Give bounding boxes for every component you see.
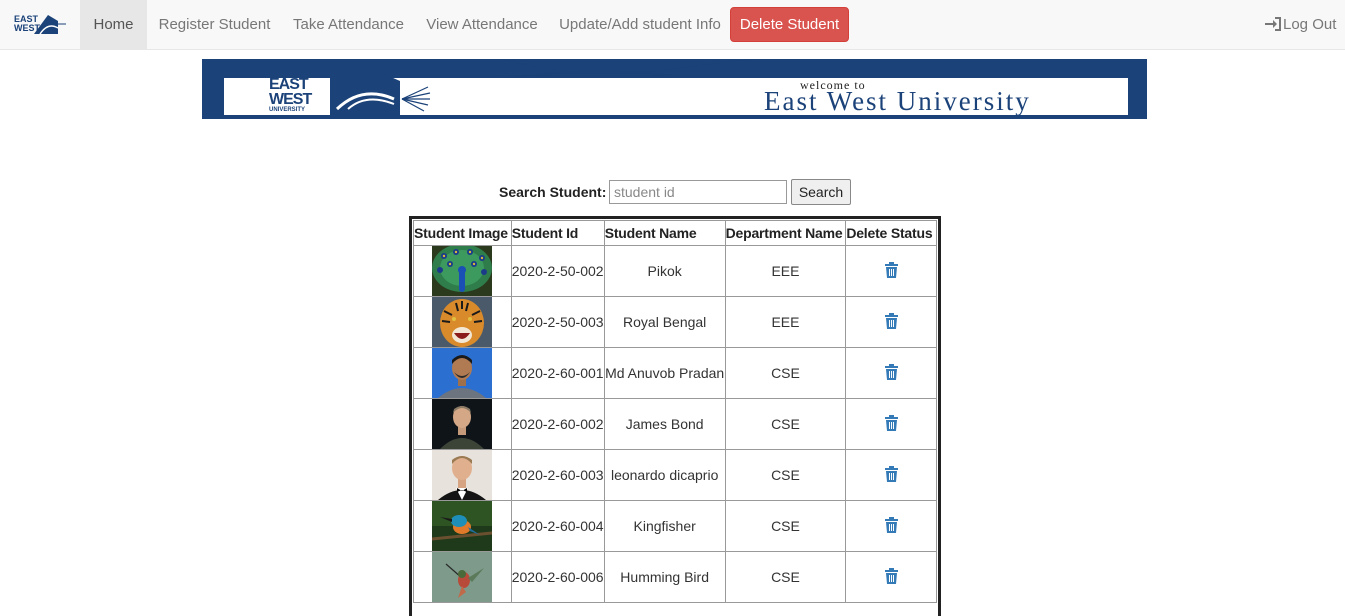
student-id-search-input[interactable] — [609, 180, 787, 204]
hummingbird-photo — [432, 552, 493, 602]
delete-cell — [845, 296, 937, 348]
delete-student-button[interactable]: Delete Student — [730, 7, 849, 42]
student-image-cell — [413, 347, 512, 399]
student-image-cell — [413, 551, 512, 603]
nav-take-attendance[interactable]: Take Attendance — [282, 0, 415, 49]
man-in-tuxedo-photo — [432, 450, 493, 500]
header-delete-status: Delete Status — [845, 220, 937, 246]
banner-title: East West University — [764, 86, 1031, 116]
student-table: Student Image Student Id Student Name De… — [413, 220, 937, 603]
student-name-cell: Royal Bengal — [603, 296, 726, 348]
trash-icon[interactable] — [884, 567, 898, 587]
tiger-photo — [432, 297, 493, 347]
student-id-cell: 2020-2-50-003 — [510, 296, 605, 348]
university-logo[interactable]: EAST WEST — [14, 12, 66, 36]
header-student-name: Student Name — [603, 220, 726, 246]
department-cell: CSE — [724, 398, 847, 450]
nav-update-student-info[interactable]: Update/Add student Info — [549, 0, 731, 49]
delete-cell — [845, 551, 937, 603]
department-cell: EEE — [724, 245, 847, 297]
search-button[interactable]: Search — [791, 179, 851, 205]
welcome-banner: EAST WEST UNIVERSITY welcome to East Wes… — [202, 59, 1147, 119]
department-cell: EEE — [724, 296, 847, 348]
student-image-cell — [413, 398, 512, 450]
table-row: 2020-2-60-006 Humming Bird CSE — [413, 551, 937, 603]
nav-register-student[interactable]: Register Student — [147, 0, 282, 49]
logout-label: Log Out — [1283, 16, 1337, 33]
nav-home[interactable]: Home — [80, 0, 147, 49]
table-header-row: Student Image Student Id Student Name De… — [413, 220, 937, 246]
search-label: Search Student: — [499, 184, 607, 200]
banner-logo-university: UNIVERSITY — [269, 107, 306, 113]
trash-icon[interactable] — [884, 261, 898, 281]
student-name-cell: leonardo dicaprio — [603, 449, 726, 501]
header-department-name: Department Name — [724, 220, 847, 246]
delete-cell — [845, 347, 937, 399]
trash-icon[interactable] — [884, 312, 898, 332]
delete-cell — [845, 398, 937, 450]
table-row: 2020-2-60-002 James Bond CSE — [413, 398, 937, 450]
student-image-cell — [413, 296, 512, 348]
student-name-cell: James Bond — [603, 398, 726, 450]
logout-link[interactable]: Log Out — [1265, 0, 1336, 49]
trash-icon[interactable] — [884, 465, 898, 485]
man-in-suit-photo — [432, 399, 493, 449]
table-row: 2020-2-50-003 Royal Bengal EEE — [413, 296, 937, 348]
table-row: 2020-2-50-002 Pikok EEE — [413, 245, 937, 297]
kingfisher-photo — [432, 501, 493, 551]
student-id-cell: 2020-2-60-001 — [510, 347, 605, 399]
student-id-cell: 2020-2-60-006 — [510, 551, 605, 603]
trash-icon[interactable] — [884, 414, 898, 434]
header-student-image: Student Image — [413, 220, 512, 246]
table-row: 2020-2-60-004 Kingfisher CSE — [413, 500, 937, 552]
trash-icon[interactable] — [884, 363, 898, 383]
student-image-cell — [413, 245, 512, 297]
department-cell: CSE — [724, 347, 847, 399]
peacock-photo — [432, 246, 493, 296]
table-row: 2020-2-60-001 Md Anuvob Pradan CSE — [413, 347, 937, 399]
header-student-id: Student Id — [510, 220, 605, 246]
student-name-cell: Pikok — [603, 245, 726, 297]
department-cell: CSE — [724, 551, 847, 603]
delete-cell — [845, 245, 937, 297]
top-navbar: EAST WEST Home Register Student Take Att… — [0, 0, 1345, 50]
student-name-cell: Humming Bird — [603, 551, 726, 603]
table-row: 2020-2-60-003 leonardo dicaprio CSE — [413, 449, 937, 501]
banner-logo-west: WEST — [269, 91, 312, 108]
department-cell: CSE — [724, 500, 847, 552]
student-id-cell: 2020-2-60-004 — [510, 500, 605, 552]
student-name-cell: Md Anuvob Pradan — [603, 347, 726, 399]
student-image-cell — [413, 500, 512, 552]
delete-cell — [845, 449, 937, 501]
student-image-cell — [413, 449, 512, 501]
login-icon — [1265, 17, 1281, 31]
nav-view-attendance[interactable]: View Attendance — [415, 0, 549, 49]
student-name-cell: Kingfisher — [603, 500, 726, 552]
department-cell: CSE — [724, 449, 847, 501]
student-table-frame: Student Image Student Id Student Name De… — [409, 216, 941, 616]
trash-icon[interactable] — [884, 516, 898, 536]
student-id-cell: 2020-2-50-002 — [510, 245, 605, 297]
student-id-cell: 2020-2-60-002 — [510, 398, 605, 450]
student-id-cell: 2020-2-60-003 — [510, 449, 605, 501]
delete-cell — [845, 500, 937, 552]
student-portrait-photo — [432, 348, 493, 398]
